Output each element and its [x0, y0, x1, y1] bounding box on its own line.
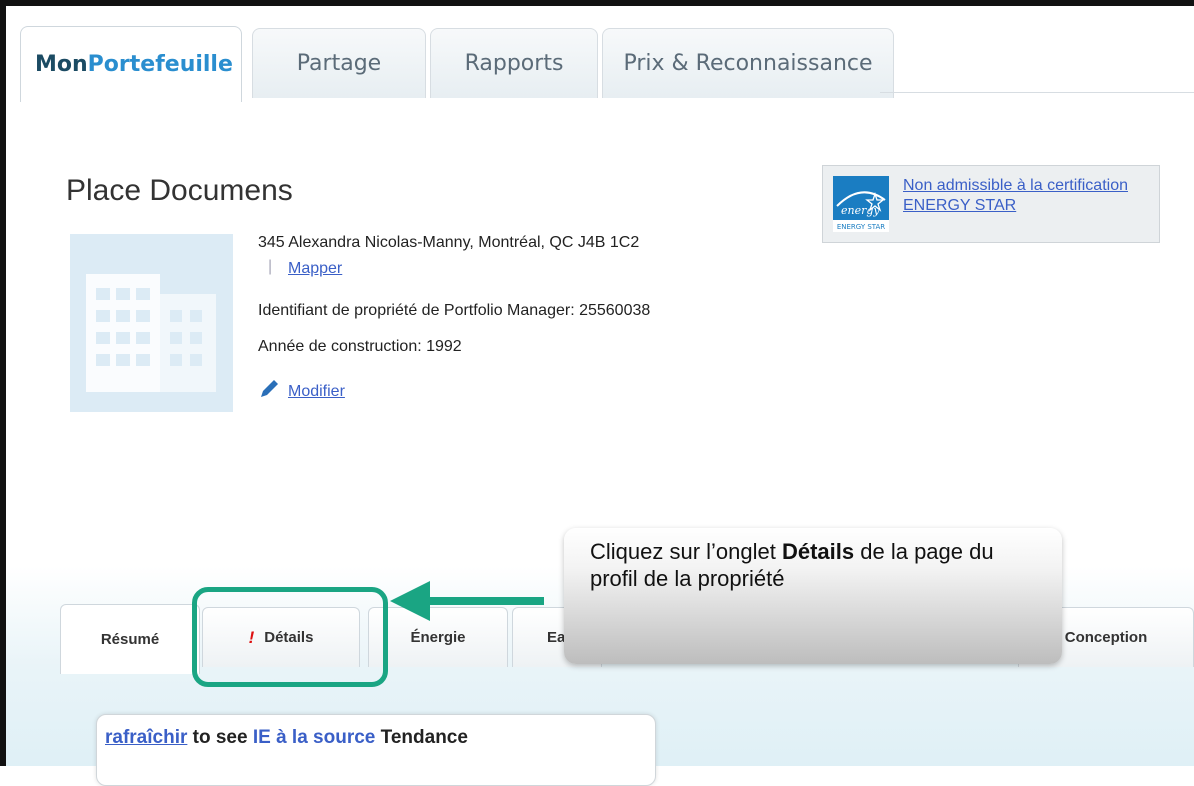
trend-card: rafraîchir to see IE à la source Tendanc… [96, 714, 656, 786]
tab-awards-label: Prix & Reconnaissance [623, 51, 873, 76]
trend-metric: IE à la source [252, 727, 376, 748]
building-icon [70, 234, 233, 412]
callout-arrow-icon [390, 581, 430, 621]
map-link[interactable]: Mapper [288, 260, 342, 278]
edit-link[interactable]: Modifier [288, 383, 345, 401]
callout-arrow-shaft [424, 597, 544, 605]
tab-awards[interactable]: Prix & Reconnaissance [602, 28, 894, 98]
tab-sharing-label: Partage [296, 51, 382, 76]
energy-star-status-link[interactable]: Non admissible à la certification ENERGY… [903, 176, 1159, 216]
tab-summary-label: Résumé [100, 631, 160, 648]
property-address: 345 Alexandra Nicolas-Manny, Montréal, Q… [258, 234, 640, 251]
energy-star-logo: energy ENERGY STAR [833, 176, 889, 232]
trend-card-to-see: to see [187, 727, 253, 748]
address-separator: | [268, 258, 273, 275]
page-canvas: Mon Portefeuille Partage Rapports Prix & … [6, 6, 1194, 786]
tab-reports[interactable]: Rapports [430, 28, 598, 98]
energy-star-caption: ENERGY STAR [837, 223, 885, 231]
tab-energy[interactable]: Énergie [368, 607, 508, 667]
tab-sharing[interactable]: Partage [252, 28, 426, 98]
callout-text-before: Cliquez sur l’onglet [590, 539, 782, 564]
trend-card-text: rafraîchir to see IE à la source Tendanc… [105, 727, 468, 749]
energy-star-status-box: energy ENERGY STAR Non admissible à la c… [822, 165, 1160, 243]
tab-design-label: Conception [1064, 629, 1148, 646]
trend-card-trend: Tendance [375, 727, 468, 748]
tab-myportfolio-label-b: Portefeuille [87, 52, 233, 77]
tab-reports-label: Rapports [464, 51, 564, 76]
details-tab-highlight [192, 587, 388, 687]
portfolio-manager-id: Identifiant de propriété de Portfolio Ma… [258, 302, 651, 319]
tab-myportfolio-label-a: Mon [35, 52, 88, 77]
tab-water-label: Ea [547, 629, 566, 646]
year-built: Année de construction: 1992 [258, 338, 462, 355]
instruction-callout: Cliquez sur l’onglet Détails de la page … [564, 528, 1062, 664]
tab-summary[interactable]: Résumé [60, 604, 200, 674]
tab-baseline [880, 92, 1194, 93]
refresh-link[interactable]: rafraîchir [105, 727, 187, 748]
pencil-icon [258, 378, 280, 405]
tab-energy-label: Énergie [410, 629, 466, 646]
property-name: Place Documens [66, 174, 293, 207]
edit-property[interactable]: Modifier [258, 378, 345, 405]
callout-text-bold: Détails [781, 539, 855, 564]
tab-myportfolio[interactable]: Mon Portefeuille [20, 26, 242, 102]
